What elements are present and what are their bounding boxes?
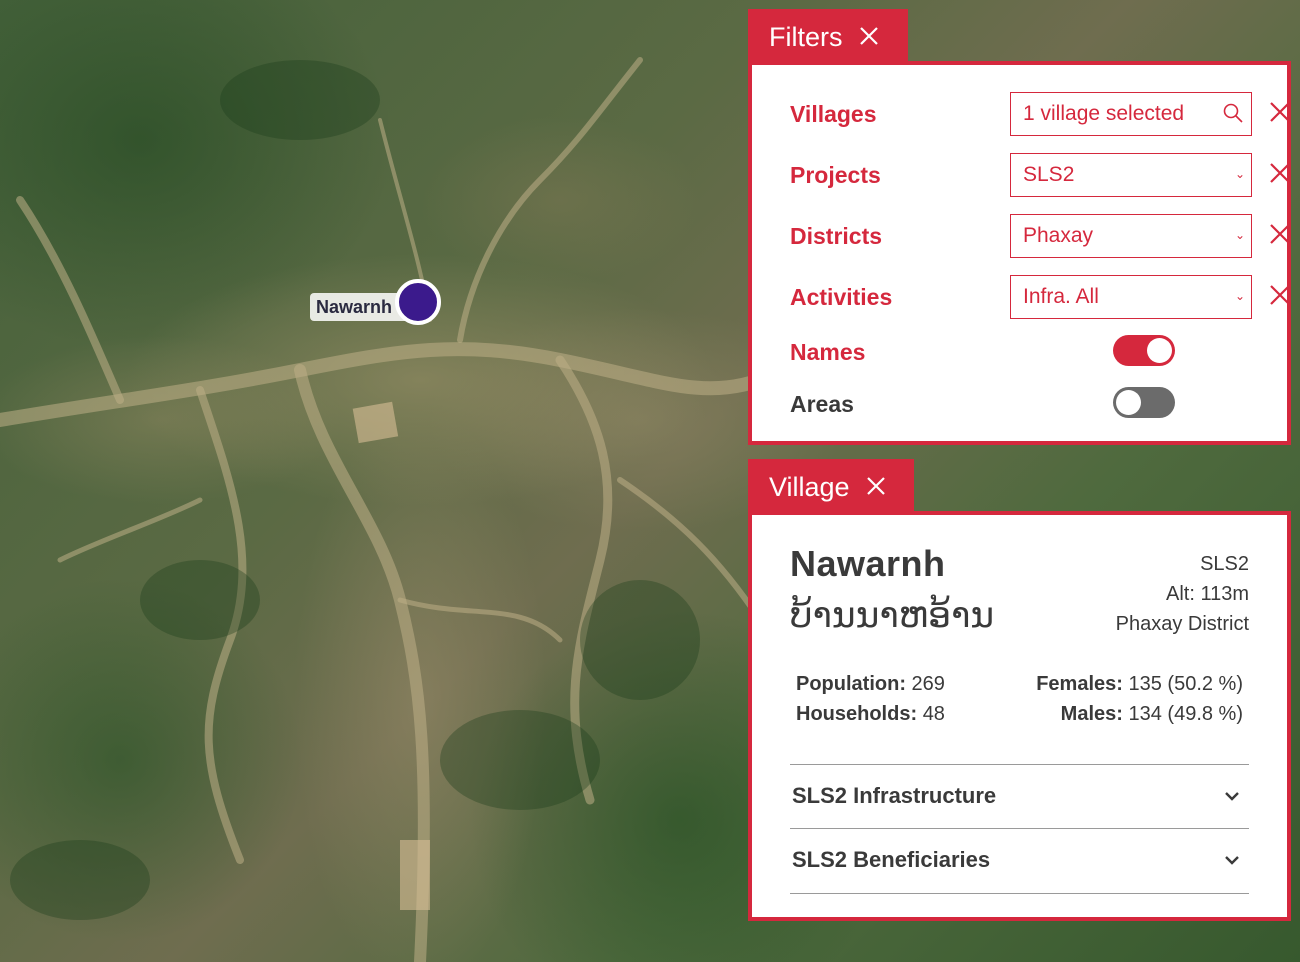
accordion-infrastructure[interactable]: SLS2 Infrastructure (790, 764, 1249, 829)
village-panel: Nawarnh ບ້ານນາຫອ້ານ SLS2 Alt: 113m Phaxa… (748, 511, 1291, 921)
filter-row-areas: Areas (790, 382, 1287, 426)
filter-label: Villages (790, 101, 877, 127)
village-name-lao: ບ້ານນາຫອ້ານ (790, 595, 995, 636)
females-value: 135 (50.2 %) (1128, 673, 1243, 695)
filter-value: 1 village selected (1023, 102, 1185, 125)
accordion-beneficiaries[interactable]: SLS2 Beneficiaries (790, 828, 1249, 894)
village-tab-title: Village (769, 471, 850, 502)
chevron-down-icon: ⌄ (1234, 228, 1245, 242)
village-district: Phaxay District (1115, 613, 1249, 635)
filter-label: Projects (790, 162, 881, 188)
males-label: Males: (1060, 703, 1123, 725)
areas-toggle-label: Areas (790, 391, 854, 417)
filter-value: Phaxay (1023, 224, 1094, 247)
population-value: 269 (911, 673, 945, 695)
filter-label: Districts (790, 223, 883, 249)
clear-projects-icon[interactable] (1268, 161, 1292, 185)
projects-select[interactable]: SLS2 ⌄ (1010, 153, 1252, 197)
filter-row-names: Names (790, 330, 1287, 374)
names-toggle-label: Names (790, 339, 866, 365)
activities-select[interactable]: Infra. All ⌄ (1010, 275, 1252, 319)
filters-title: Filters (769, 21, 843, 52)
areas-toggle[interactable] (1113, 387, 1175, 418)
villages-search-input[interactable]: 1 village selected (1010, 92, 1252, 136)
village-marker[interactable] (395, 279, 441, 325)
males-stat: Males: 134 (49.8 %) (1061, 699, 1243, 729)
accordion-label: SLS2 Beneficiaries (792, 847, 991, 872)
chevron-down-icon: ⌄ (1234, 167, 1245, 181)
clear-villages-icon[interactable] (1268, 100, 1292, 124)
filter-row-villages: Villages 1 village selected (790, 92, 1290, 136)
village-project: SLS2 (1200, 553, 1249, 575)
population-label: Population: (796, 673, 906, 695)
village-altitude: Alt: 113m (1166, 583, 1249, 605)
clear-districts-icon[interactable] (1268, 222, 1292, 246)
accordion-label: SLS2 Infrastructure (792, 783, 997, 808)
filters-tab: Filters (748, 9, 908, 65)
households-stat: Households: 48 (796, 699, 945, 729)
chevron-down-icon: ⌄ (1234, 289, 1245, 303)
females-stat: Females: 135 (50.2 %) (1036, 669, 1243, 699)
names-toggle[interactable] (1113, 335, 1175, 366)
filter-label: Activities (790, 284, 893, 310)
filter-value: SLS2 (1023, 163, 1075, 186)
districts-select[interactable]: Phaxay ⌄ (1010, 214, 1252, 258)
population-stat: Population: 269 (796, 669, 945, 699)
filter-row-projects: Projects SLS2 ⌄ (790, 153, 1290, 197)
toggle-knob (1147, 338, 1172, 363)
households-value: 48 (922, 703, 945, 725)
filters-panel: Villages 1 village selected Projects SLS… (748, 61, 1291, 445)
females-label: Females: (1036, 673, 1123, 695)
filter-row-districts: Districts Phaxay ⌄ (790, 214, 1290, 258)
search-icon (1223, 103, 1243, 123)
chevron-down-icon (1225, 856, 1239, 865)
close-icon[interactable] (866, 474, 886, 500)
chevron-down-icon (1225, 792, 1239, 801)
village-name: Nawarnh (790, 543, 946, 584)
close-icon[interactable] (859, 24, 879, 50)
filter-row-activities: Activities Infra. All ⌄ (790, 275, 1290, 319)
filter-value: Infra. All (1023, 285, 1099, 308)
males-value: 134 (49.8 %) (1128, 703, 1243, 725)
village-meta: SLS2 Alt: 113m Phaxay District (1116, 549, 1249, 639)
village-tab: Village (748, 459, 914, 515)
clear-activities-icon[interactable] (1268, 283, 1292, 307)
toggle-knob (1116, 390, 1141, 415)
households-label: Households: (796, 703, 918, 725)
